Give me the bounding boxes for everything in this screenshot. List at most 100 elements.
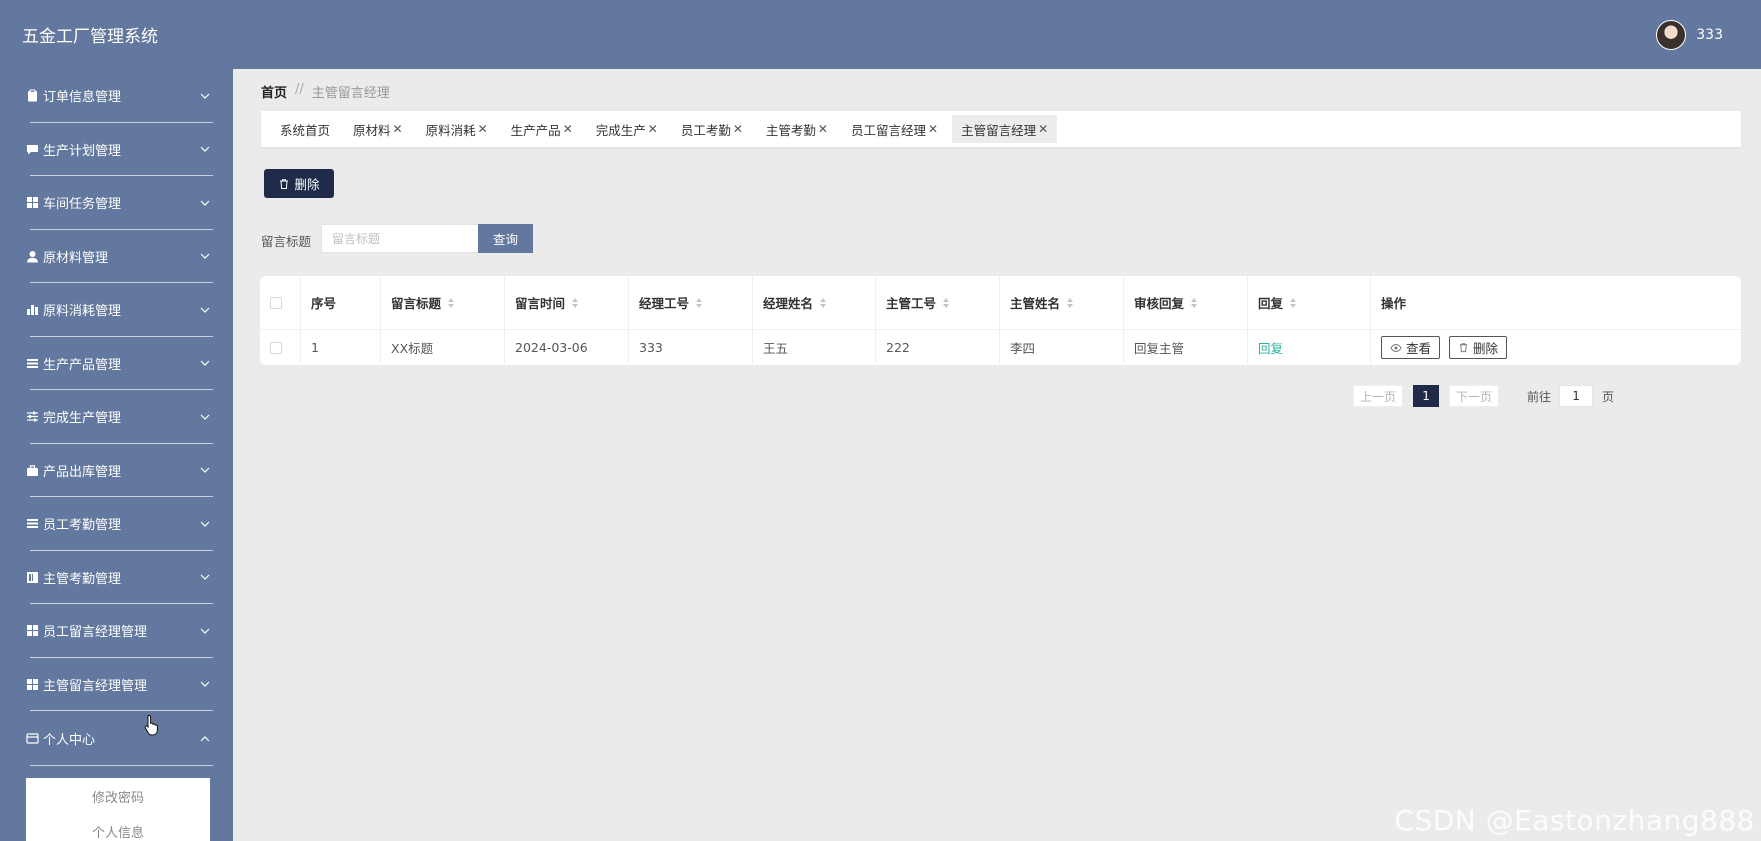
user-menu[interactable]: 333: [1656, 19, 1723, 50]
tab-label: 原材料: [353, 122, 391, 138]
tab[interactable]: 完成生产 ✕: [587, 115, 667, 143]
sidebar-item-label: 主管留言经理管理: [43, 678, 148, 694]
sidebar-item-label: 车间任务管理: [43, 197, 122, 213]
calendar-icon: [25, 570, 39, 584]
close-icon[interactable]: ✕: [478, 122, 488, 136]
search-button[interactable]: 查询: [478, 224, 533, 253]
sort-icon[interactable]: [942, 297, 950, 309]
sidebar-item[interactable]: 个人中心: [0, 711, 233, 766]
view-button[interactable]: 查看: [1381, 336, 1441, 359]
sidebar-item[interactable]: 原料消耗管理: [0, 283, 233, 337]
tab[interactable]: 员工留言经理 ✕: [842, 115, 947, 143]
main-content: 首页 // 主管留言经理 系统首页 原材料 ✕ 原料消耗 ✕ 生产产品 ✕ 完成生产 ✕ 员工考勤…: [233, 69, 1761, 841]
select-all-checkbox[interactable]: [270, 296, 282, 309]
cell-value: 333: [639, 340, 663, 355]
column-header[interactable]: 审核回复: [1124, 276, 1248, 329]
sidebar-item-label: 原料消耗管理: [43, 304, 122, 320]
chevron-down-icon: [200, 360, 210, 367]
sidebar-item[interactable]: 主管留言经理管理: [0, 658, 233, 712]
watermark: CSDN @Eastonzhang888: [1394, 804, 1755, 837]
chevron-down-icon: [200, 307, 210, 313]
submenu-item-change-password[interactable]: 修改密码: [26, 778, 210, 814]
sidebar-item[interactable]: 生产计划管理: [0, 123, 233, 177]
chevron-down-icon: [200, 253, 210, 260]
chat-icon: [25, 142, 39, 156]
column-header-label: 留言时间: [515, 296, 566, 311]
avatar[interactable]: [1656, 19, 1687, 50]
close-icon[interactable]: ✕: [648, 122, 658, 136]
column-header-label: 经理姓名: [763, 296, 814, 311]
table-cell: 333: [629, 330, 753, 365]
table-row: 1 XX标题 2024-03-06 333 王五 222 李四 回复主管 回复 查看 删除: [260, 330, 1741, 365]
close-icon[interactable]: ✕: [928, 122, 938, 136]
sidebar-item[interactable]: 员工留言经理管理: [0, 604, 233, 658]
close-icon[interactable]: ✕: [393, 122, 403, 136]
column-header[interactable]: 经理工号: [629, 276, 753, 329]
column-header-label: 主管工号: [886, 296, 937, 311]
user-name[interactable]: 333: [1696, 27, 1723, 43]
breadcrumb-home[interactable]: 首页: [261, 82, 287, 101]
tab[interactable]: 生产产品 ✕: [502, 115, 582, 143]
tab[interactable]: 主管考勤 ✕: [757, 115, 837, 143]
tab-label: 生产产品: [510, 122, 561, 138]
sort-icon[interactable]: [1190, 297, 1198, 309]
tab[interactable]: 主管留言经理 ✕: [952, 115, 1058, 143]
sort-icon[interactable]: [695, 297, 703, 309]
bar-chart-icon: [25, 303, 39, 317]
chevron-down-icon: [200, 146, 210, 153]
sidebar-item[interactable]: 主管考勤管理: [0, 551, 233, 605]
grid-icon: [25, 677, 39, 691]
data-table: 序号 留言标题 留言时间 经理工号 经理姓名 主管工号 主管姓名 审核回复 回复 操作 1 XX标题…: [260, 276, 1741, 365]
pagination: 上一页 1 下一页 前往 页: [1353, 385, 1614, 407]
sidebar-item[interactable]: 员工考勤管理: [0, 497, 233, 551]
column-header[interactable]: 留言时间: [505, 276, 629, 329]
sort-icon[interactable]: [1289, 297, 1297, 309]
sidebar-item[interactable]: 产品出库管理: [0, 444, 233, 498]
column-header[interactable]: 回复: [1248, 276, 1371, 329]
tab[interactable]: 系统首页: [271, 115, 339, 143]
sidebar-item[interactable]: 完成生产管理: [0, 390, 233, 444]
chevron-down-icon: [200, 200, 210, 206]
tab-label: 员工留言经理: [850, 122, 926, 138]
tab-bar: 系统首页 原材料 ✕ 原料消耗 ✕ 生产产品 ✕ 完成生产 ✕ 员工考勤 ✕ 主管考勤 ✕ 员工留言经理 ✕…: [261, 111, 1741, 147]
sidebar-item[interactable]: 车间任务管理: [0, 176, 233, 230]
row-checkbox[interactable]: [270, 341, 282, 354]
table-cell: 222: [876, 330, 1000, 365]
close-icon[interactable]: ✕: [563, 122, 573, 136]
sidebar-item[interactable]: 订单信息管理: [0, 69, 233, 123]
sidebar-item-label: 完成生产管理: [43, 411, 122, 427]
column-header[interactable]: 主管姓名: [1000, 276, 1124, 329]
close-icon[interactable]: ✕: [1038, 122, 1048, 136]
column-header-label: 经理工号: [639, 296, 690, 311]
next-page-button[interactable]: 下一页: [1449, 385, 1500, 407]
close-icon[interactable]: ✕: [818, 122, 828, 136]
close-icon[interactable]: ✕: [733, 122, 743, 136]
table-cell: 1: [301, 330, 381, 365]
batch-delete-button[interactable]: 删除: [264, 169, 334, 198]
sort-icon[interactable]: [1066, 297, 1074, 309]
grid-icon: [25, 196, 39, 210]
tab-label: 主管留言经理: [961, 122, 1037, 138]
reply-link[interactable]: 回复: [1258, 338, 1283, 357]
page-number-current[interactable]: 1: [1413, 385, 1440, 407]
sidebar-item[interactable]: 原材料管理: [0, 230, 233, 284]
prev-page-button[interactable]: 上一页: [1353, 385, 1404, 407]
column-header[interactable]: 主管工号: [876, 276, 1000, 329]
sort-icon[interactable]: [571, 297, 579, 309]
sort-icon[interactable]: [819, 297, 827, 309]
chevron-down-icon: [200, 521, 210, 527]
cell-value: 1: [311, 340, 319, 355]
submenu-item-personal-info[interactable]: 个人信息: [26, 814, 210, 841]
column-header[interactable]: 留言标题: [381, 276, 505, 329]
sidebar-item[interactable]: 生产产品管理: [0, 337, 233, 391]
goto-page-input[interactable]: [1559, 385, 1594, 407]
tab[interactable]: 原料消耗 ✕: [417, 115, 497, 143]
list-icon: [25, 517, 39, 531]
tab[interactable]: 原材料 ✕: [344, 115, 412, 143]
sort-icon[interactable]: [447, 297, 455, 309]
search-input[interactable]: [321, 224, 479, 253]
delete-button[interactable]: 删除: [1449, 336, 1508, 359]
tab[interactable]: 员工考勤 ✕: [672, 115, 752, 143]
column-header[interactable]: 经理姓名: [753, 276, 876, 329]
table-cell: XX标题: [381, 330, 505, 365]
